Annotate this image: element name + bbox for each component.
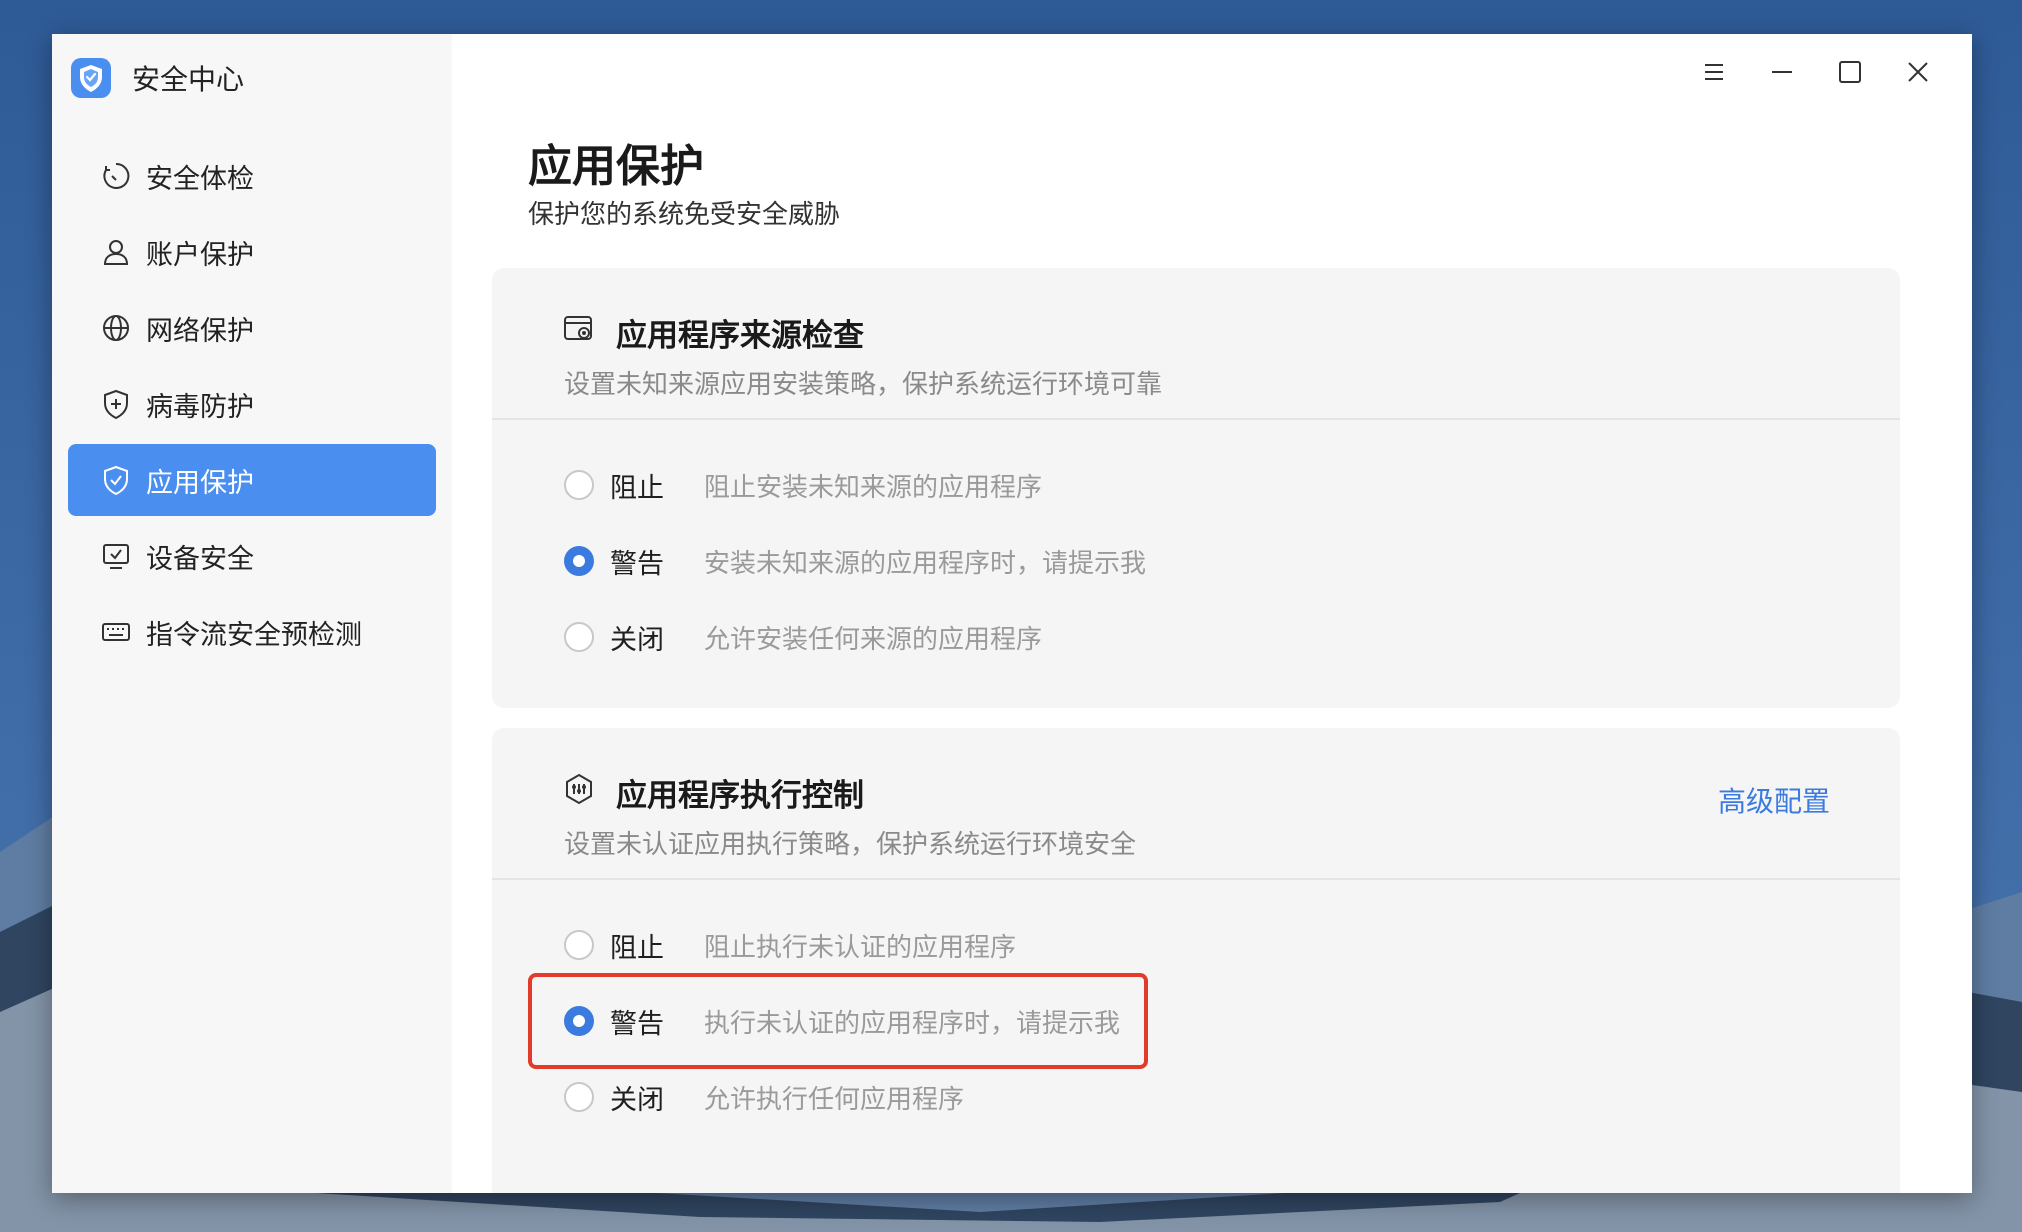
user-icon	[100, 236, 132, 268]
keyboard-icon	[100, 616, 132, 648]
sidebar-item-label: 设备安全	[146, 543, 254, 575]
sidebar-item-device-security[interactable]: 设备安全	[68, 520, 436, 592]
option-description: 阻止安装未知来源的应用程序	[704, 472, 1043, 503]
option-description: 允许安装任何来源的应用程序	[704, 624, 1043, 655]
sidebar-item-command-precheck[interactable]: 指令流安全预检测	[68, 596, 436, 668]
option-description: 阻止执行未认证的应用程序	[704, 932, 1017, 963]
maximize-button[interactable]	[1816, 48, 1884, 96]
shield-plus-icon	[100, 388, 132, 420]
card-title: 应用程序来源检查	[616, 318, 864, 354]
radio-button-selected[interactable]	[564, 546, 594, 576]
sidebar-item-label: 病毒防护	[146, 391, 254, 423]
option-warn[interactable]: 警告 安装未知来源的应用程序时，请提示我	[564, 536, 1146, 586]
option-off[interactable]: 关闭 允许安装任何来源的应用程序	[564, 612, 1042, 662]
sidebar-nav: 安全体检 账户保护 网络保护 病毒防护 应用保护 设备安全 指令流安全预检测	[68, 140, 436, 672]
sidebar-item-app-protection[interactable]: 应用保护	[68, 444, 436, 516]
globe-icon	[100, 312, 132, 344]
radio-button[interactable]	[564, 622, 594, 652]
scan-circle-icon	[100, 160, 132, 192]
option-label: 关闭	[610, 1084, 664, 1116]
option-label: 阻止	[610, 932, 664, 964]
radio-button[interactable]	[564, 930, 594, 960]
card-description: 设置未认证应用执行策略，保护系统运行环境安全	[564, 830, 1137, 860]
app-window-shield-icon	[562, 312, 596, 346]
highlight-box	[528, 973, 1148, 1069]
sidebar-item-label: 安全体检	[146, 163, 254, 195]
maximize-icon	[1839, 61, 1861, 83]
option-label: 关闭	[610, 624, 664, 656]
minimize-button[interactable]	[1748, 48, 1816, 96]
card-header: 应用程序执行控制 设置未认证应用执行策略，保护系统运行环境安全 高级配置	[492, 728, 1900, 880]
card-description: 设置未知来源应用安装策略，保护系统运行环境可靠	[564, 370, 1163, 400]
app-header: 安全中心	[70, 54, 244, 102]
option-block[interactable]: 阻止 阻止执行未认证的应用程序	[564, 920, 1016, 970]
sidebar-item-label: 应用保护	[146, 467, 254, 499]
menu-icon	[1705, 64, 1723, 80]
shield-check-icon	[100, 464, 132, 496]
source-check-card: 应用程序来源检查 设置未知来源应用安装策略，保护系统运行环境可靠 阻止 阻止安装…	[492, 268, 1900, 708]
advanced-config-link[interactable]: 高级配置	[1718, 780, 1830, 820]
hexagon-control-icon	[562, 772, 596, 806]
sidebar-item-label: 账户保护	[146, 239, 254, 271]
sidebar-item-account-protection[interactable]: 账户保护	[68, 216, 436, 288]
card-header: 应用程序来源检查 设置未知来源应用安装策略，保护系统运行环境可靠	[492, 268, 1900, 420]
radio-button[interactable]	[564, 470, 594, 500]
page-subtitle: 保护您的系统免受安全威胁	[528, 200, 841, 230]
radio-button[interactable]	[564, 1082, 594, 1112]
option-block[interactable]: 阻止 阻止安装未知来源的应用程序	[564, 460, 1042, 510]
sidebar-item-virus-protection[interactable]: 病毒防护	[68, 368, 436, 440]
minimize-icon	[1772, 71, 1792, 73]
card-title: 应用程序执行控制	[616, 778, 864, 814]
app-logo-icon	[71, 58, 111, 98]
monitor-check-icon	[100, 540, 132, 572]
app-title: 安全中心	[132, 63, 245, 96]
option-description: 允许执行任何应用程序	[704, 1084, 965, 1115]
sidebar: 安全中心 安全体检 账户保护 网络保护 病毒防护 应用保护 设备安全 指令流安全…	[52, 34, 452, 1193]
sidebar-item-label: 指令流安全预检测	[146, 619, 362, 651]
option-label: 警告	[610, 548, 664, 580]
sidebar-item-network-protection[interactable]: 网络保护	[68, 292, 436, 364]
sidebar-item-security-check[interactable]: 安全体检	[68, 140, 436, 212]
exec-control-card: 应用程序执行控制 设置未认证应用执行策略，保护系统运行环境安全 高级配置 阻止 …	[492, 728, 1900, 1193]
sidebar-item-label: 网络保护	[146, 315, 254, 347]
option-label: 阻止	[610, 472, 664, 504]
option-description: 安装未知来源的应用程序时，请提示我	[704, 548, 1147, 579]
window-controls	[1680, 48, 1952, 96]
menu-button[interactable]	[1680, 48, 1748, 96]
page-title: 应用保护	[528, 141, 704, 192]
close-button[interactable]	[1884, 48, 1952, 96]
option-off[interactable]: 关闭 允许执行任何应用程序	[564, 1072, 964, 1122]
close-icon	[1908, 62, 1928, 82]
